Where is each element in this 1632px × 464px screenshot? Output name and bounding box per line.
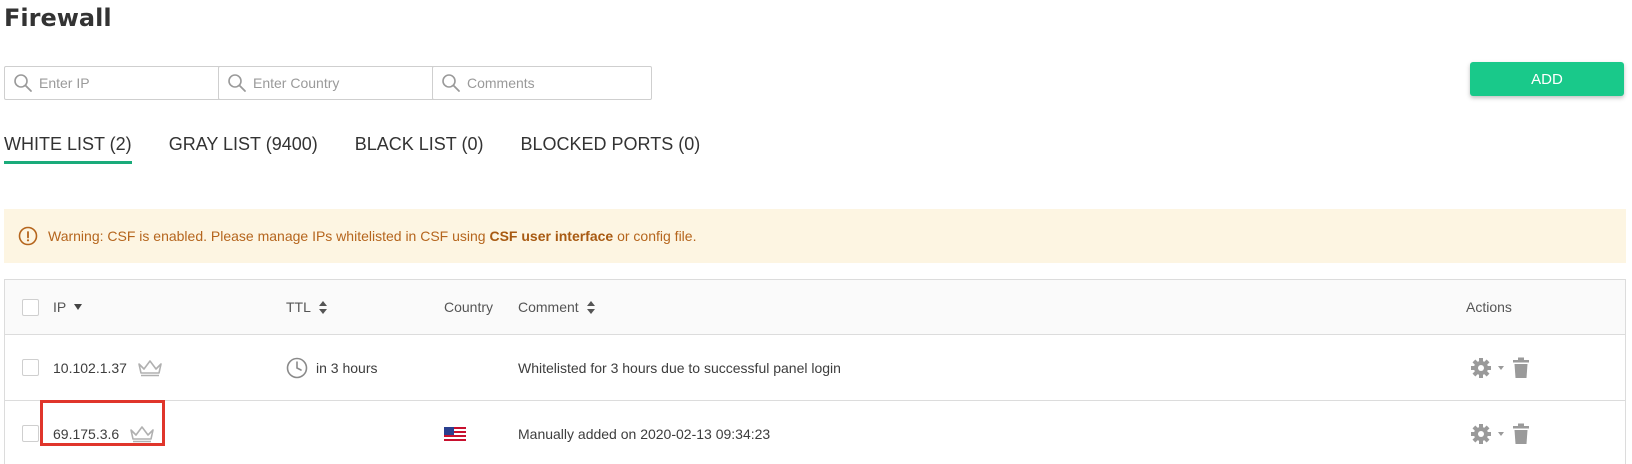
warning-text-prefix: Warning: CSF is enabled. Please manage I… (48, 228, 490, 244)
trash-icon[interactable] (1512, 357, 1530, 379)
ip-column-label: IP (53, 299, 67, 315)
table-row: 69.175.3.6 Manually added on 2020-02-13 … (5, 401, 1625, 464)
crown-icon (130, 425, 154, 442)
ip-column-header[interactable]: IP (53, 280, 83, 334)
gear-icon[interactable] (1470, 357, 1508, 379)
tab-gray-list[interactable]: GRAY LIST (9400) (169, 134, 318, 162)
comment-cell: Whitelisted for 3 hours due to successfu… (518, 359, 841, 376)
search-icon (14, 74, 32, 92)
row-checkbox[interactable] (22, 359, 39, 376)
country-column-header: Country (444, 299, 494, 315)
csf-user-interface-link[interactable]: CSF user interface (489, 228, 613, 244)
info-circle-icon (18, 226, 38, 246)
select-all-checkbox[interactable] (22, 298, 39, 316)
comment-column-header[interactable]: Comment (518, 280, 595, 334)
ip-filter-input[interactable] (39, 75, 219, 91)
comments-filter-input[interactable] (467, 75, 647, 91)
tab-blocked-ports[interactable]: BLOCKED PORTS (0) (520, 134, 700, 162)
country-filter-input[interactable] (253, 75, 433, 91)
table-header-row: IP TTL Country Comment Actions (5, 280, 1625, 335)
csf-warning-banner: Warning: CSF is enabled. Please manage I… (4, 209, 1626, 263)
us-flag-icon (444, 426, 466, 441)
actions-column-header: Actions (1466, 299, 1512, 315)
search-icon (442, 74, 460, 92)
page-title: Firewall (4, 4, 112, 32)
crown-icon (138, 359, 162, 376)
sort-icon (318, 300, 327, 314)
comment-cell: Manually added on 2020-02-13 09:34:23 (518, 425, 771, 442)
ttl-cell: in 3 hours (316, 359, 378, 376)
ip-cell: 10.102.1.37 (53, 359, 127, 376)
list-tabs: WHITE LIST (2) GRAY LIST (9400) BLACK LI… (4, 134, 737, 164)
ip-filter[interactable] (4, 66, 224, 100)
trash-icon[interactable] (1512, 423, 1530, 445)
comments-filter[interactable] (432, 66, 652, 100)
warning-text-suffix: or config file. (613, 228, 697, 244)
ip-cell: 69.175.3.6 (53, 425, 120, 442)
clock-icon (286, 357, 308, 378)
tab-black-list[interactable]: BLACK LIST (0) (355, 134, 484, 162)
search-icon (228, 74, 246, 92)
sort-desc-icon (74, 304, 83, 310)
add-button[interactable]: ADD (1470, 62, 1624, 96)
table-row: 10.102.1.37 in 3 hours Whitelisted for 3… (5, 335, 1625, 401)
gear-icon[interactable] (1470, 423, 1508, 445)
comment-column-label: Comment (518, 299, 579, 315)
row-checkbox[interactable] (22, 425, 39, 442)
whitelist-table: IP TTL Country Comment Actions 10.102.1.… (4, 279, 1626, 464)
sort-icon (586, 300, 595, 314)
ttl-column-header[interactable]: TTL (286, 280, 327, 334)
country-filter[interactable] (218, 66, 438, 100)
ttl-column-label: TTL (286, 299, 311, 315)
tab-white-list[interactable]: WHITE LIST (2) (4, 134, 132, 164)
